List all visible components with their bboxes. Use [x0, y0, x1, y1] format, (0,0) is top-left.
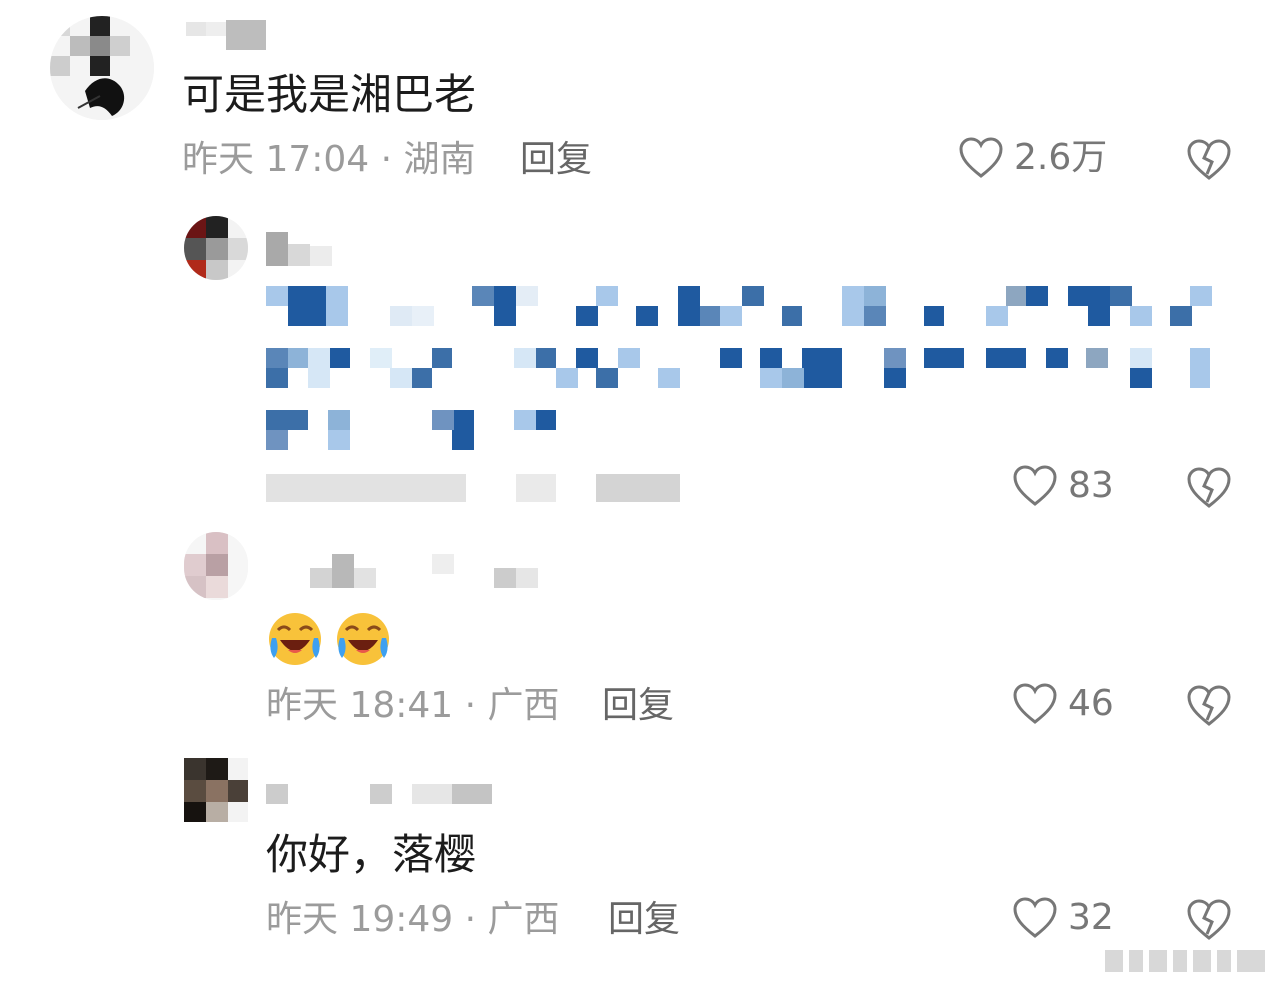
- like-count: 46: [1068, 683, 1114, 724]
- like-count: 83: [1068, 465, 1114, 506]
- like-count: 32: [1068, 897, 1114, 938]
- comment-text: 可是我是湘巴老: [182, 70, 477, 119]
- dislike-button[interactable]: [1186, 684, 1232, 732]
- comment-meta: 昨天 18:41 · 广西: [266, 685, 560, 726]
- rofl-emoji: [269, 613, 321, 665]
- avatar[interactable]: [184, 532, 248, 600]
- blurred-comment-text: [266, 286, 1226, 454]
- like-button[interactable]: 83: [1012, 464, 1114, 508]
- broken-heart-icon: [1187, 899, 1231, 940]
- heart-icon: [1013, 897, 1057, 938]
- heart-icon: [1013, 465, 1057, 506]
- reply-button[interactable]: 回复: [608, 898, 680, 942]
- dislike-button[interactable]: [1186, 898, 1232, 946]
- avatar[interactable]: [184, 216, 248, 280]
- dislike-button[interactable]: [1186, 138, 1232, 186]
- avatar[interactable]: [50, 16, 154, 120]
- like-button[interactable]: 46: [1012, 682, 1114, 726]
- username-blurred[interactable]: [266, 232, 350, 266]
- heart-icon: [1013, 683, 1057, 724]
- username-blurred[interactable]: [186, 20, 268, 50]
- like-button[interactable]: 32: [1012, 896, 1114, 940]
- dislike-button[interactable]: [1186, 466, 1232, 514]
- comment-text: 你好，落樱: [266, 830, 477, 879]
- comment-meta: 昨天 17:04 · 湖南: [182, 139, 476, 180]
- like-button[interactable]: 2.6万: [958, 136, 1107, 180]
- reply-button[interactable]: 回复: [520, 138, 592, 182]
- reply-button[interactable]: 回复: [602, 684, 674, 728]
- broken-heart-icon: [1187, 139, 1231, 180]
- like-count: 2.6万: [1014, 137, 1108, 178]
- username-blurred[interactable]: [266, 554, 540, 588]
- rofl-emoji: [337, 613, 389, 665]
- broken-heart-icon: [1187, 467, 1231, 508]
- username-blurred[interactable]: [266, 778, 496, 804]
- heart-icon: [959, 137, 1003, 178]
- avatar[interactable]: [184, 758, 248, 822]
- blurred-comment-meta: [266, 470, 686, 506]
- comment-meta: 昨天 19:49 · 广西: [266, 899, 560, 940]
- watermark: [1097, 944, 1273, 978]
- broken-heart-icon: [1187, 685, 1231, 726]
